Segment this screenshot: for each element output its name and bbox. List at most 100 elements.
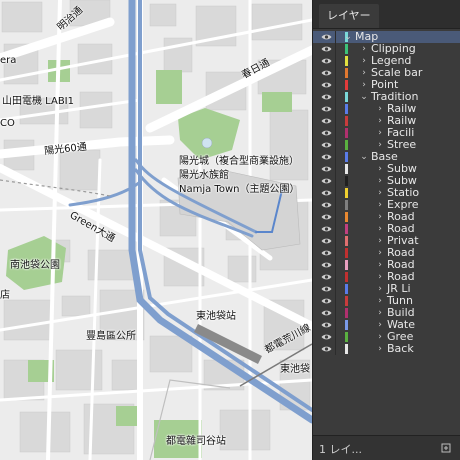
map-label-co: CO bbox=[0, 118, 15, 129]
visibility-eye-icon[interactable] bbox=[321, 105, 332, 113]
layer-color-chip bbox=[345, 188, 348, 198]
visibility-eye-icon[interactable] bbox=[321, 93, 332, 101]
chevron-right-icon[interactable]: › bbox=[375, 307, 385, 319]
layer-list: ⌄ Map › Clipping › Legend › Scale bar › Point ⌄ Tra… bbox=[313, 31, 460, 355]
map-label-higashi-ikebukuro: 東池袋 bbox=[280, 364, 310, 375]
layer-row[interactable]: › Back bbox=[313, 343, 460, 355]
chevron-down-icon[interactable]: ⌄ bbox=[343, 31, 353, 43]
layer-color-chip bbox=[345, 236, 348, 246]
layer-color-chip bbox=[345, 140, 348, 150]
visibility-eye-icon[interactable] bbox=[321, 225, 332, 233]
chevron-right-icon[interactable]: › bbox=[375, 223, 385, 235]
chevron-right-icon[interactable]: › bbox=[375, 319, 385, 331]
visibility-eye-icon[interactable] bbox=[321, 177, 332, 185]
tab-layers[interactable]: レイヤー bbox=[319, 4, 379, 28]
visibility-eye-icon[interactable] bbox=[321, 213, 332, 221]
chevron-right-icon[interactable]: › bbox=[359, 55, 369, 67]
layer-color-chip bbox=[345, 80, 348, 90]
map-label-namja-town: Namja Town（主題公園） bbox=[179, 184, 300, 195]
visibility-eye-icon[interactable] bbox=[321, 153, 332, 161]
column-divider bbox=[335, 343, 336, 355]
visibility-eye-icon[interactable] bbox=[321, 129, 332, 137]
layer-color-chip bbox=[345, 296, 348, 306]
layer-color-chip bbox=[345, 152, 348, 162]
visibility-eye-icon[interactable] bbox=[321, 81, 332, 89]
chevron-right-icon[interactable]: › bbox=[375, 211, 385, 223]
chevron-down-icon[interactable]: ⌄ bbox=[359, 151, 369, 163]
visibility-eye-icon[interactable] bbox=[321, 117, 332, 125]
visibility-eye-icon[interactable] bbox=[321, 189, 332, 197]
visibility-eye-icon[interactable] bbox=[321, 33, 332, 41]
chevron-right-icon[interactable]: › bbox=[375, 103, 385, 115]
chevron-right-icon[interactable]: › bbox=[359, 79, 369, 91]
column-divider bbox=[335, 247, 336, 259]
layer-color-chip bbox=[345, 260, 348, 270]
layer-color-chip bbox=[345, 248, 348, 258]
map-canvas[interactable]: 明治通 春日通 山田電機 LABI1 era CO 陽光60通 陽光城（複合型商… bbox=[0, 0, 312, 460]
chevron-right-icon[interactable]: › bbox=[375, 199, 385, 211]
visibility-eye-icon[interactable] bbox=[321, 321, 332, 329]
column-divider bbox=[335, 31, 336, 43]
chevron-right-icon[interactable]: › bbox=[375, 175, 385, 187]
layer-color-chip bbox=[345, 284, 348, 294]
chevron-right-icon[interactable]: › bbox=[375, 247, 385, 259]
layer-color-chip bbox=[345, 308, 348, 318]
layer-count-label: 1 レイ... bbox=[319, 443, 362, 456]
visibility-eye-icon[interactable] bbox=[321, 297, 332, 305]
visibility-eye-icon[interactable] bbox=[321, 309, 332, 317]
visibility-eye-icon[interactable] bbox=[321, 57, 332, 65]
visibility-eye-icon[interactable] bbox=[321, 69, 332, 77]
chevron-right-icon[interactable]: › bbox=[359, 43, 369, 55]
layer-color-chip bbox=[345, 320, 348, 330]
chevron-down-icon[interactable]: ⌄ bbox=[359, 91, 369, 103]
column-divider bbox=[335, 103, 336, 115]
column-divider bbox=[335, 223, 336, 235]
layer-color-chip bbox=[345, 116, 348, 126]
visibility-eye-icon[interactable] bbox=[321, 333, 332, 341]
visibility-eye-icon[interactable] bbox=[321, 141, 332, 149]
column-divider bbox=[335, 163, 336, 175]
chevron-right-icon[interactable]: › bbox=[375, 163, 385, 175]
visibility-eye-icon[interactable] bbox=[321, 165, 332, 173]
chevron-right-icon[interactable]: › bbox=[375, 271, 385, 283]
visibility-eye-icon[interactable] bbox=[321, 261, 332, 269]
visibility-eye-icon[interactable] bbox=[321, 285, 332, 293]
chevron-right-icon[interactable]: › bbox=[375, 115, 385, 127]
chevron-right-icon[interactable]: › bbox=[359, 67, 369, 79]
column-divider bbox=[335, 319, 336, 331]
column-divider bbox=[335, 331, 336, 343]
panel-tab-bar: レイヤー bbox=[313, 0, 460, 29]
visibility-eye-icon[interactable] bbox=[321, 45, 332, 53]
layer-color-chip bbox=[345, 164, 348, 174]
map-label-toshima-office: 豐島區公所 bbox=[86, 331, 136, 342]
column-divider bbox=[335, 175, 336, 187]
map-label-yamada-denki: 山田電機 LABI1 bbox=[2, 96, 74, 107]
chevron-right-icon[interactable]: › bbox=[375, 235, 385, 247]
map-label-zoshigaya-station: 都電雜司谷站 bbox=[166, 436, 226, 447]
column-divider bbox=[335, 307, 336, 319]
visibility-eye-icon[interactable] bbox=[321, 345, 332, 353]
new-layer-icon[interactable] bbox=[441, 443, 451, 453]
visibility-eye-icon[interactable] bbox=[321, 273, 332, 281]
visibility-eye-icon[interactable] bbox=[321, 249, 332, 257]
chevron-right-icon[interactable]: › bbox=[375, 295, 385, 307]
column-divider bbox=[335, 55, 336, 67]
chevron-right-icon[interactable]: › bbox=[375, 259, 385, 271]
column-divider bbox=[335, 91, 336, 103]
layer-color-chip bbox=[345, 200, 348, 210]
layer-color-chip bbox=[345, 332, 348, 342]
column-divider bbox=[335, 283, 336, 295]
chevron-right-icon[interactable]: › bbox=[375, 331, 385, 343]
layer-color-chip bbox=[345, 92, 348, 102]
chevron-right-icon[interactable]: › bbox=[375, 187, 385, 199]
chevron-right-icon[interactable]: › bbox=[375, 283, 385, 295]
visibility-eye-icon[interactable] bbox=[321, 201, 332, 209]
column-divider bbox=[335, 295, 336, 307]
visibility-eye-icon[interactable] bbox=[321, 237, 332, 245]
chevron-right-icon[interactable]: › bbox=[375, 127, 385, 139]
chevron-right-icon[interactable]: › bbox=[375, 343, 385, 355]
layer-color-chip bbox=[345, 212, 348, 222]
layer-color-chip bbox=[345, 224, 348, 234]
layer-color-chip bbox=[345, 176, 348, 186]
map-label-era: era bbox=[0, 55, 17, 66]
